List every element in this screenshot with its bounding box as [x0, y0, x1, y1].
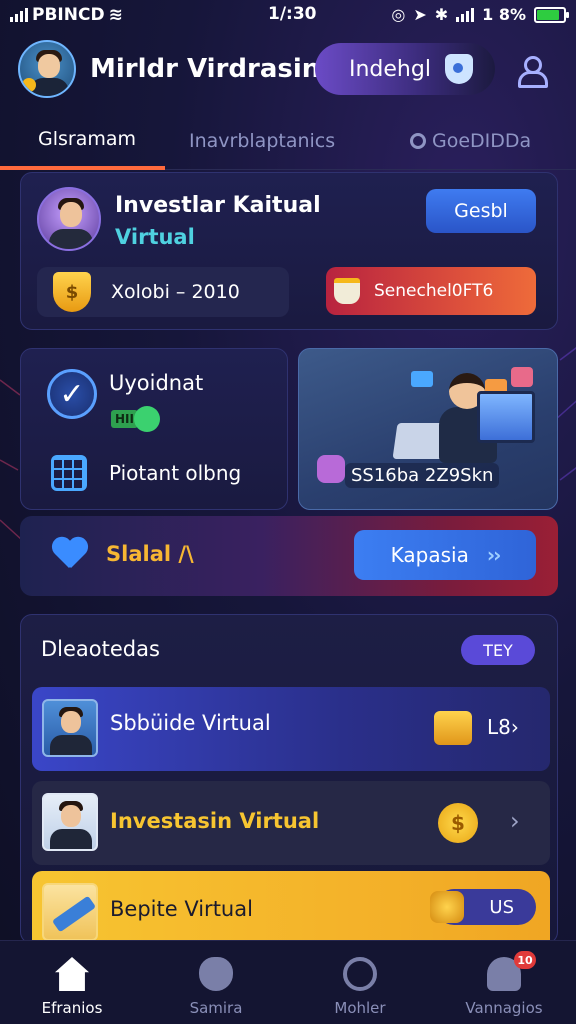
coin-icon: [22, 78, 36, 92]
list-item[interactable]: Bepite Virtual US: [32, 871, 550, 945]
toggle-knob: [133, 406, 160, 432]
promo-label: Senechel0FT6: [374, 281, 494, 301]
chevron-right-icon: ›: [510, 807, 520, 835]
promo-button[interactable]: Senechel0FT6: [326, 267, 536, 315]
battery-icon: [534, 6, 569, 23]
gold-box-icon: [434, 711, 472, 745]
banner-label: Slalal /\: [106, 542, 194, 566]
double-chevron-icon: ››: [486, 543, 502, 567]
promo-illustration-card[interactable]: SS16ba 2Z9Skn: [298, 348, 558, 510]
coin-stack-icon: [430, 891, 464, 923]
balance-text: Xolobi – 2010: [111, 281, 240, 303]
battery-level: [537, 9, 560, 20]
wifi-icon: ≋: [108, 5, 123, 25]
signal-icon: [10, 8, 28, 22]
list-item-meta: L8›: [487, 715, 519, 739]
nav-label: Samira: [189, 999, 243, 1017]
profile-subtitle: Virtual: [115, 225, 195, 249]
calculator-icon: [51, 455, 87, 491]
promo-illustration-text: SS16ba 2Z9Skn: [345, 463, 500, 488]
shield-icon: [445, 54, 473, 84]
profile-avatar[interactable]: [37, 187, 101, 251]
location-pin-icon: [410, 133, 426, 149]
status-right: ◎ ➤ ✱ 1 8%: [391, 5, 569, 24]
user-icon[interactable]: [515, 54, 548, 88]
tab-3-label: GoeDIDDa: [432, 130, 532, 152]
list-item-label: Investasin Virtual: [110, 809, 320, 833]
nav-label: Vannagios: [465, 999, 543, 1017]
alarm-icon: ◎: [391, 5, 406, 24]
list-title: Dleaotedas: [41, 637, 160, 661]
profile-card: Investlar Kaitual Virtual Gesbl $ Xolobi…: [20, 172, 558, 330]
notification-badge: 10: [514, 951, 536, 969]
feature-card[interactable]: ✓ Uyoidnat HII Piotant olbng: [20, 348, 288, 510]
tab-bar: Glsramam Inavrblaptanics GoeDIDDa: [0, 112, 576, 170]
location-icon: ➤: [413, 5, 427, 24]
nav-item-2[interactable]: Samira: [144, 941, 288, 1024]
nav-item-home[interactable]: Efranios: [0, 941, 144, 1024]
bottom-nav: Efranios Samira Mohler 10 Vannagios: [0, 940, 576, 1024]
nav-item-3[interactable]: Mohler: [288, 941, 432, 1024]
dollar-shield-icon: $: [53, 272, 91, 312]
avatar[interactable]: [18, 40, 76, 98]
list-item-thumbnail: [42, 883, 98, 941]
feature-toggle[interactable]: HII: [111, 405, 160, 433]
status-bar: PBINCD ≋ 1/:30 ◎ ➤ ✱ 1 8%: [0, 0, 576, 30]
chat-bubble-icon: [411, 371, 433, 387]
carrier-label: PBINCD: [32, 5, 105, 25]
list-item[interactable]: Investasin Virtual $ ›: [32, 781, 550, 865]
profile-name: Investlar Kaitual: [115, 193, 321, 218]
header-pill-button[interactable]: Indehgl: [315, 43, 495, 95]
status-time: 1/:30: [268, 4, 317, 24]
banner-button-label: Kapasia: [390, 543, 469, 567]
app-title: Mirldr Virdrasin: [90, 54, 321, 84]
bluetooth-icon: ✱: [434, 5, 449, 24]
list-panel: Dleaotedas TEY Sbbüide Virtual L8› Inves…: [20, 614, 558, 945]
feature-title: Uyoidnat: [109, 371, 204, 395]
profile-action-button[interactable]: Gesbl: [426, 189, 536, 233]
list-item-label: Sbbüide Virtual: [110, 711, 271, 735]
feature-body: Piotant olbng: [109, 461, 242, 485]
cell-signal-icon: [456, 7, 475, 22]
list-badge[interactable]: TEY: [461, 635, 535, 665]
status-left: PBINCD ≋: [10, 5, 210, 25]
mask-icon: [199, 957, 233, 991]
home-icon: [55, 957, 89, 991]
list-item-thumbnail: [42, 699, 98, 757]
list-item-thumbnail: [42, 793, 98, 851]
cup-icon: [334, 278, 360, 304]
profile-icon: [343, 957, 377, 991]
heart-icon: [52, 538, 88, 574]
list-item[interactable]: Sbbüide Virtual L8›: [32, 687, 550, 771]
app-header: Mirldr Virdrasin Indehgl: [18, 38, 558, 100]
banner: Slalal /\ Kapasia ››: [20, 516, 558, 596]
check-icon: ✓: [47, 369, 97, 419]
dollar-coin-icon: $: [438, 803, 478, 843]
tablet-illustration: [477, 391, 535, 443]
balance-box: $ Xolobi – 2010: [37, 267, 289, 317]
banner-button[interactable]: Kapasia ››: [354, 530, 536, 580]
battery-percent: 1 8%: [482, 5, 526, 24]
photo-bubble-icon: [511, 367, 533, 387]
list-item-pill-label: US: [489, 896, 514, 918]
nav-item-4[interactable]: 10 Vannagios: [432, 941, 576, 1024]
nav-label: Mohler: [334, 999, 386, 1017]
nav-label: Efranios: [41, 999, 103, 1017]
list-item-label: Bepite Virtual: [110, 897, 253, 921]
bag-icon: [317, 455, 345, 483]
pencil-icon: [51, 895, 96, 933]
tab-3[interactable]: GoeDIDDa: [410, 112, 576, 170]
tab-1[interactable]: Glsramam: [0, 112, 165, 170]
header-pill-label: Indehgl: [349, 56, 431, 82]
tab-2[interactable]: Inavrblaptanics: [165, 112, 410, 170]
list-item-pill[interactable]: US: [430, 889, 536, 925]
